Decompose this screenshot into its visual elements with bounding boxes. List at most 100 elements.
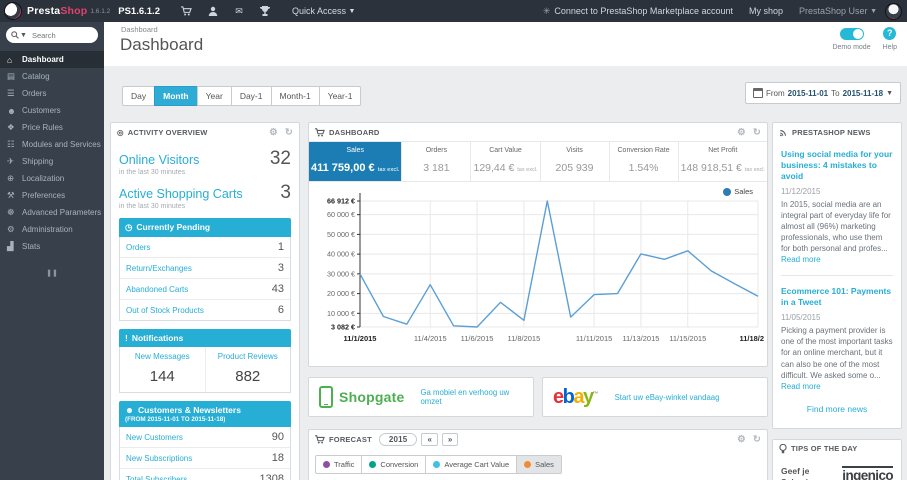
list-item: Out of Stock Products 6 <box>120 299 290 320</box>
date-range-presets: Day Month Year Day-1 Month-1 Year-1 <box>122 86 362 106</box>
sidebar-item-dashboard[interactable]: ⌂ Dashboard <box>0 51 104 68</box>
activity-overview-panel: ◎ ACTIVITY OVERVIEW ⚙ ↻ Online Visitors 32… <box>110 122 300 480</box>
dashboard-panel: DASHBOARD ⚙ ↻ Sales 411 759,00 € tax excl.… <box>308 122 777 367</box>
sidebar-search[interactable]: ▼ <box>6 27 98 43</box>
panel-refresh-icon[interactable]: ↻ <box>753 434 761 445</box>
filter-month-1-button[interactable]: Month-1 <box>270 86 320 106</box>
customers-icon: ☻ <box>7 105 16 116</box>
cart-icon[interactable] <box>174 6 200 17</box>
panel-refresh-icon[interactable]: ↻ <box>753 127 761 138</box>
brand-name: PrestaShop <box>27 5 88 17</box>
ebay-link[interactable]: Start uw eBay-winkel vandaag <box>615 393 720 402</box>
forecast-sales-toggle[interactable]: Sales <box>516 455 562 474</box>
list-item: Abandoned Carts 43 <box>120 278 290 299</box>
marketplace-connect-link[interactable]: ✳ Connect to PrestaShop Marketplace accou… <box>543 6 733 17</box>
my-shop-link[interactable]: My shop <box>749 6 783 16</box>
shopgate-card[interactable]: Shopgate Ga mobiel en verhoog uw omzet <box>308 377 534 417</box>
user-menu[interactable]: PrestaShop User ▼ <box>799 6 877 16</box>
filter-month-button[interactable]: Month <box>154 86 198 106</box>
quick-access-menu[interactable]: Quick Access ▼ <box>292 6 355 16</box>
sidebar-collapse-button[interactable]: ❚❚ <box>0 269 104 277</box>
ebay-card[interactable]: ebay™ Start uw eBay-winkel vandaag <box>542 377 768 417</box>
search-input[interactable] <box>29 29 86 41</box>
news-article-title[interactable]: Using social media for your business: 4 … <box>781 149 893 182</box>
chart-legend[interactable]: Sales <box>723 187 753 196</box>
sidebar-item-catalog[interactable]: ▤ Catalog <box>0 68 104 85</box>
filter-year-button[interactable]: Year <box>196 86 232 106</box>
list-item: Return/Exchanges 3 <box>120 257 290 278</box>
kpi-orders-tab[interactable]: Orders 3 181 <box>401 142 470 181</box>
stats-icon: ▟ <box>7 241 14 251</box>
forecast-avg-cart-value-toggle[interactable]: Average Cart Value <box>425 455 518 474</box>
find-more-news-link[interactable]: Find more news <box>781 404 893 414</box>
connect-icon: ✳ <box>542 5 551 16</box>
filter-day-1-button[interactable]: Day-1 <box>230 86 272 106</box>
main-area: Dashboard Dashboard Demo mode ? Help Day… <box>104 22 907 480</box>
sales-chart: 3 082 € 10 000 € 20 000 € 30 000 € 40 000 € 5… <box>327 193 777 343</box>
panel-settings-icon[interactable]: ⚙ <box>269 127 278 138</box>
active-carts-link[interactable]: Active Shopping Carts <box>119 187 243 201</box>
sidebar-item-customers[interactable]: ☻ Customers <box>0 102 104 119</box>
shopgate-logo-text: Shopgate <box>339 389 405 405</box>
svg-text:11/15/2015: 11/15/2015 <box>669 334 706 343</box>
sidebar-item-preferences[interactable]: ⚒ Preferences <box>0 187 104 204</box>
news-article-title[interactable]: Ecommerce 101: Payments in a Tweet <box>781 286 893 308</box>
forecast-conversion-toggle[interactable]: Conversion <box>361 455 427 474</box>
list-item: Orders 1 <box>126 241 284 253</box>
sidebar-item-administration[interactable]: ⚙ Administration <box>0 221 104 238</box>
tags-icon: ❖ <box>7 122 15 132</box>
forecast-traffic-toggle[interactable]: Traffic <box>315 455 363 474</box>
trophy-icon[interactable] <box>252 6 278 17</box>
sidebar-item-advanced-parameters[interactable]: ☸ Advanced Parameters <box>0 204 104 221</box>
news-article: Using social media for your business: 4 … <box>781 149 893 265</box>
gear-icon: ⚙ <box>7 224 15 234</box>
sidebar: ▼ ⌂Dashboard ▤Catalog ☰Orders ☻Customers… <box>0 22 104 480</box>
read-more-link[interactable]: Read more <box>781 255 821 264</box>
tips-of-the-day-panel: TIPS OF THE DAY ingenico Payment service… <box>772 438 902 480</box>
customer-icon[interactable] <box>200 6 226 17</box>
sidebar-item-price-rules[interactable]: ❖ Price Rules <box>0 119 104 136</box>
demo-mode-toggle[interactable] <box>839 28 864 40</box>
sidebar-item-stats[interactable]: ▟ Stats <box>0 238 104 255</box>
svg-text:11/18/2015: 11/18/2015 <box>739 334 764 343</box>
user-avatar[interactable] <box>885 2 902 20</box>
shopgate-link[interactable]: Ga mobiel en verhoog uw omzet <box>420 388 523 406</box>
help-icon[interactable]: ? <box>883 27 897 40</box>
svg-text:20 000 €: 20 000 € <box>327 289 355 298</box>
search-icon <box>11 31 19 39</box>
panel-settings-icon[interactable]: ⚙ <box>737 127 746 138</box>
filter-year-1-button[interactable]: Year-1 <box>318 86 362 106</box>
currently-pending-header: ◷ Currently Pending <box>119 218 291 237</box>
sidebar-item-orders[interactable]: ☰ Orders <box>0 85 104 102</box>
filter-day-button[interactable]: Day <box>122 86 156 106</box>
forecast-prev-button[interactable]: « <box>421 432 438 446</box>
sidebar-item-localization[interactable]: ⊕ Localization <box>0 170 104 187</box>
online-visitors-link[interactable]: Online Visitors <box>119 153 199 167</box>
news-article-date: 11/05/2015 <box>781 313 821 323</box>
forecast-year[interactable]: 2015 <box>378 432 418 446</box>
forecast-next-button[interactable]: » <box>441 432 459 446</box>
read-more-link[interactable]: Read more <box>781 382 821 391</box>
svg-text:30 000 €: 30 000 € <box>327 269 355 278</box>
kpi-visits-tab[interactable]: Visits 205 939 <box>539 142 609 181</box>
kpi-sales-tab[interactable]: Sales 411 759,00 € tax excl. <box>309 142 402 181</box>
sidebar-item-shipping[interactable]: ✈ Shipping <box>0 153 104 170</box>
messages-icon[interactable]: ✉ <box>226 6 252 17</box>
divider <box>781 275 893 277</box>
globe-icon: ⊕ <box>7 173 15 183</box>
page-header: Dashboard Dashboard Demo mode ? Help <box>104 22 907 67</box>
panel-settings-icon[interactable]: ⚙ <box>737 434 746 445</box>
prestashop-logo-icon[interactable] <box>4 2 22 20</box>
top-bar: PrestaShop 1.6.1.2 PS1.6.1.2 ✉ Quick Acc… <box>0 0 907 22</box>
notifications-grid: New Messages 144 Product Reviews 882 <box>119 347 291 393</box>
wrench-icon: ⚒ <box>7 190 15 200</box>
panel-refresh-icon[interactable]: ↻ <box>285 127 293 138</box>
kpi-cart-value-tab[interactable]: Cart Value 129,44 € tax excl. <box>470 142 539 181</box>
search-scope-caret-icon[interactable]: ▼ <box>20 32 27 39</box>
kpi-net-profit-tab[interactable]: Net Profit 148 918,51 € tax excl. <box>677 142 767 181</box>
kpi-conversion-rate-tab[interactable]: Conversion Rate 1.54% <box>608 142 678 181</box>
forecast-panel: FORECAST 2015 « » ⚙ ↻ Traffic Conversion … <box>308 429 768 480</box>
list-item: New Messages 144 <box>134 352 190 385</box>
date-range-picker[interactable]: From 2015-11-01 To 2015-11-18 ▼ <box>744 82 901 104</box>
sidebar-item-modules[interactable]: ☷ Modules and Services <box>0 136 104 153</box>
